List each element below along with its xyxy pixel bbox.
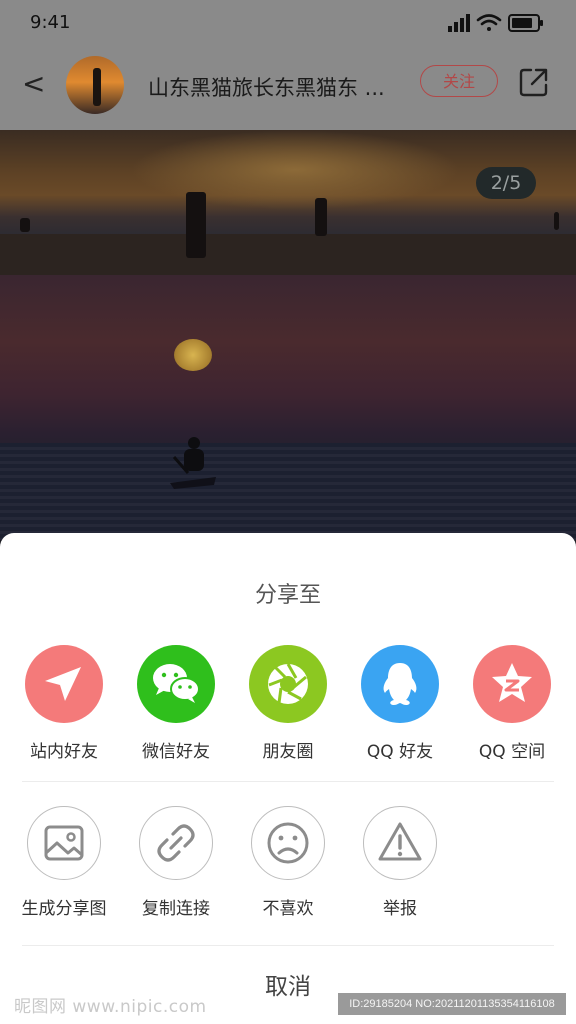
moments-aperture-icon [249,645,327,723]
battery-icon [508,14,543,32]
qq-penguin-icon [361,645,439,723]
share-app-label: 站内好友 [30,742,98,762]
share-app-label: 微信好友 [142,742,210,762]
image-icon [27,806,101,880]
share-page: 9:41 < 山东黑猫旅长东黑猫东 ... 关注 2/5 分享至 站内好友 微信… [0,0,576,1024]
watermark-site: 昵图网 www.nipic.com [14,997,207,1017]
action-label: 不喜欢 [262,899,314,919]
share-sheet-title: 分享至 [254,583,321,608]
share-app-label: 朋友圈 [262,742,314,762]
action-generate-share-image[interactable]: 生成分享图 [8,806,120,919]
share-app-wechat-friend[interactable]: 微信好友 [120,645,232,762]
action-report[interactable]: 举报 [344,806,456,919]
author-title: 山东黑猫旅长东黑猫东 ... [148,76,385,100]
action-label: 生成分享图 [21,899,107,919]
wechat-icon [137,645,215,723]
share-app-qzone[interactable]: QQ 空间 [456,645,568,762]
sad-face-icon [251,806,325,880]
action-copy-link[interactable]: 复制连接 [120,806,232,919]
image-counter: 2/5 [476,167,536,199]
share-divider [22,781,554,782]
share-app-label: QQ 空间 [478,742,546,762]
paper-plane-icon [25,645,103,723]
qzone-star-icon [473,645,551,723]
back-button[interactable]: < [22,68,45,100]
wifi-icon [476,14,502,31]
warning-icon [363,806,437,880]
share-export-icon[interactable] [518,66,550,98]
photo-sunset-beach[interactable] [0,130,576,275]
status-icons [448,14,543,32]
action-dislike[interactable]: 不喜欢 [232,806,344,919]
share-app-label: QQ 好友 [366,742,434,762]
follow-button[interactable]: 关注 [420,65,498,97]
signal-icon [448,14,470,32]
watermark-id: ID:29185204 NO:20211201135354116108 [338,993,566,1015]
link-icon [139,806,213,880]
share-app-moments[interactable]: 朋友圈 [232,645,344,762]
status-bar: 9:41 [0,0,576,46]
author-avatar[interactable] [66,56,124,114]
share-app-qq-friend[interactable]: QQ 好友 [344,645,456,762]
share-app-in-site-friend[interactable]: 站内好友 [8,645,120,762]
status-time: 9:41 [30,12,71,33]
share-sheet: 分享至 站内好友 微信好友 朋友圈 QQ 好友 QQ 空间 生成分享图 复制连接… [0,533,576,1024]
post-header: < 山东黑猫旅长东黑猫东 ... 关注 [0,46,576,130]
action-label: 复制连接 [142,899,210,919]
action-label: 举报 [383,899,417,919]
photo-sunset-sea[interactable] [0,275,576,540]
cancel-divider [22,945,554,946]
